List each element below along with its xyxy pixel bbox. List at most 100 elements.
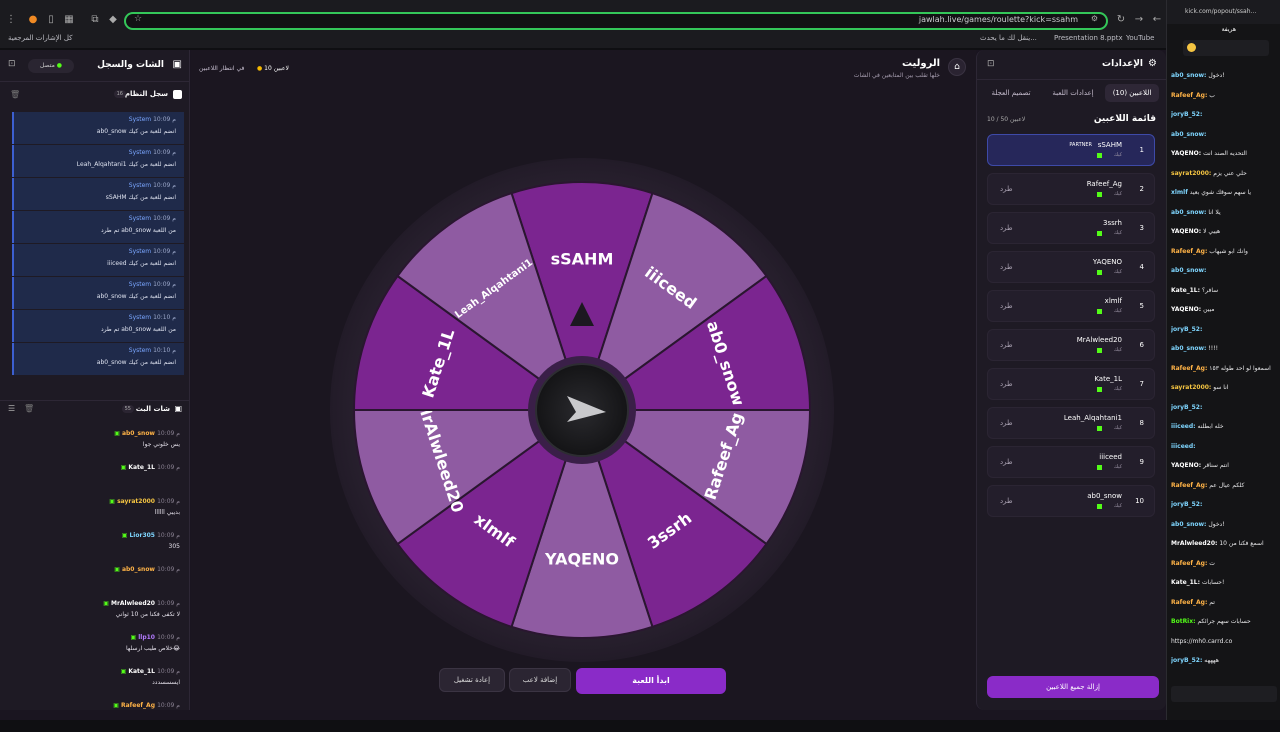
player-row[interactable]: 9 iiiceed كيك طرد	[987, 446, 1155, 478]
chat-text: يس خلوني جوا	[142, 441, 180, 448]
kick-username[interactable]: iiiceed:	[1171, 443, 1196, 450]
menu-icon[interactable]: ⋮	[4, 13, 18, 27]
bookmark-youtube[interactable]: YouTube	[1126, 34, 1154, 42]
kick-player-button[interactable]: طرد	[1000, 224, 1013, 232]
kick-chat-line: joryB_52: ههههه	[1171, 657, 1277, 665]
kick-chat-line: YAQENO: ميين	[1171, 306, 1277, 314]
kick-chat-line: ab0_snow: دخول!	[1171, 72, 1277, 80]
kick-username[interactable]: ab0_snow:	[1171, 267, 1206, 274]
kick-username[interactable]: YAQENO:	[1171, 306, 1201, 313]
diamond-icon[interactable]: ◆	[106, 13, 120, 27]
restart-button[interactable]: إعادة تشغيل	[439, 668, 505, 692]
kick-username[interactable]: sayrat2000:	[1171, 384, 1211, 391]
kick-username[interactable]: Kate_1L:	[1171, 579, 1200, 586]
address-bar[interactable]: ☆ jawlah.live/games/roulette?kick=ssahm …	[124, 12, 1108, 30]
kick-username[interactable]: ab0_snow:	[1171, 209, 1206, 216]
start-game-button[interactable]: ابدأ اللعبة	[576, 668, 726, 694]
chat-author: ▣ Kate_1L 10:09 م	[120, 668, 180, 675]
star-icon[interactable]: ☆	[134, 14, 142, 24]
kick-username[interactable]: YAQENO:	[1171, 150, 1201, 157]
kick-message: ههههه	[1204, 657, 1219, 664]
chat-author: ▣ ab0_snow 10:09 م	[114, 566, 180, 573]
filter-icon[interactable]: ☰	[8, 404, 15, 413]
kick-username[interactable]: ab0_snow:	[1171, 131, 1206, 138]
log-icon	[173, 90, 182, 99]
kick-chat-line: ab0_snow: دخول!	[1171, 521, 1277, 529]
kick-username[interactable]: Rafeef_Ag:	[1171, 365, 1207, 372]
kick-username[interactable]: Rafeef_Ag:	[1171, 482, 1207, 489]
kick-player-button[interactable]: طرد	[1000, 380, 1013, 388]
kick-username[interactable]: joryB_52:	[1171, 326, 1202, 333]
game-subtitle: خلها تقلب بين المتابعين في الشات	[853, 72, 940, 79]
bookmark-presentation[interactable]: Presentation 8.pptx	[1054, 34, 1123, 42]
player-row[interactable]: 3 3ssrh كيك طرد	[987, 212, 1155, 244]
tab-wheel-design[interactable]: تصميم العجلة	[981, 84, 1041, 102]
kick-chat-input[interactable]	[1171, 686, 1277, 702]
tabs-icon[interactable]: ▦	[62, 13, 76, 27]
player-row[interactable]: 10 ab0_snow كيك طرد	[987, 485, 1155, 517]
player-row[interactable]: 5 xlmlf كيك طرد	[987, 290, 1155, 322]
kick-player-button[interactable]: طرد	[1000, 302, 1013, 310]
kick-username[interactable]: joryB_52:	[1171, 404, 1202, 411]
player-number: 6	[1139, 341, 1144, 349]
tab-game-settings[interactable]: إعدادات اللعبة	[1043, 84, 1103, 102]
remove-all-players-button[interactable]: إزالة جميع اللاعبين	[987, 676, 1159, 698]
kick-username[interactable]: joryB_52:	[1171, 657, 1202, 664]
chat-message: ▣ llp10 10:09 م خلاص طيب ارسلها😂	[0, 632, 190, 664]
chat-trash-icon[interactable]: 🗑	[24, 404, 34, 413]
roulette-wheel[interactable]: sSAHMiiiceedab0_snowRafeef_Ag3ssrhYAQENO…	[322, 150, 842, 670]
player-number: 4	[1139, 263, 1144, 271]
forward-icon[interactable]: →	[1132, 13, 1146, 27]
reload-icon[interactable]: ↻	[1114, 13, 1128, 27]
kick-username[interactable]: YAQENO:	[1171, 462, 1201, 469]
player-row[interactable]: 7 Kate_1L كيك طرد	[987, 368, 1155, 400]
kick-player-button[interactable]: طرد	[1000, 419, 1013, 427]
site-settings-icon[interactable]: ⚙	[1091, 14, 1098, 23]
kick-username[interactable]: Rafeef_Ag:	[1171, 560, 1207, 567]
player-row[interactable]: 1 sSAHM كيك PARTNER	[987, 134, 1155, 166]
kick-username[interactable]: joryB_52:	[1171, 501, 1202, 508]
kick-player-button[interactable]: طرد	[1000, 458, 1013, 466]
kick-username[interactable]: BotRix:	[1171, 618, 1196, 625]
kick-player-button[interactable]: طرد	[1000, 185, 1013, 193]
tab-players[interactable]: اللاعبين (10)	[1105, 84, 1159, 102]
kick-username[interactable]: Kate_1L:	[1171, 287, 1200, 294]
kick-username[interactable]: Rafeef_Ag:	[1171, 248, 1207, 255]
kick-username[interactable]: xlmlf	[1171, 189, 1188, 196]
player-source: كيك	[1113, 152, 1122, 158]
player-row[interactable]: 4 YAQENO كيك طرد	[987, 251, 1155, 283]
kick-username[interactable]: ab0_snow:	[1171, 521, 1206, 528]
kick-chat-line: joryB_52:	[1171, 326, 1277, 334]
kick-username[interactable]: Rafeef_Ag:	[1171, 92, 1207, 99]
add-player-button[interactable]: إضافة لاعب	[509, 668, 571, 692]
player-row[interactable]: 6 MrAlwleed20 كيك طرد	[987, 329, 1155, 361]
kick-chat-line: Kate_1L: سافر؟	[1171, 287, 1277, 295]
trash-icon[interactable]: 🗑	[10, 90, 20, 99]
home-icon[interactable]: ⌂	[948, 58, 966, 76]
kick-player-button[interactable]: طرد	[1000, 263, 1013, 271]
back-icon[interactable]: ←	[1150, 13, 1164, 27]
kick-chat-line: ab0_snow: !!!!	[1171, 345, 1277, 353]
kick-username[interactable]: iiiceed:	[1171, 423, 1196, 430]
kick-username[interactable]: ab0_snow:	[1171, 72, 1206, 79]
kick-player-button[interactable]: طرد	[1000, 341, 1013, 349]
bookmark-x[interactable]: ينقل لك ما يحدث...	[980, 34, 1037, 42]
profile-icon[interactable]: ●	[26, 13, 40, 27]
kick-channel-name: هريفة	[1221, 26, 1236, 33]
kick-username[interactable]: joryB_52:	[1171, 111, 1202, 118]
kick-username[interactable]: ab0_snow:	[1171, 345, 1206, 352]
kick-username[interactable]: YAQENO:	[1171, 228, 1201, 235]
kick-player-button[interactable]: طرد	[1000, 497, 1013, 505]
sidebar-icon[interactable]: ▯	[44, 13, 58, 27]
player-row[interactable]: 2 Rafeef_Ag كيك طرد	[987, 173, 1155, 205]
extension-icon[interactable]: ⧉	[88, 13, 102, 27]
chat-message: ▣ sayrat2000 10:09 م llllll بديبي	[0, 496, 190, 528]
kick-username[interactable]: MrAlwleed20:	[1171, 540, 1217, 547]
collapse-icon[interactable]: ⊡	[8, 59, 16, 69]
player-row[interactable]: 8 Leah_Alqahtani1 كيك طرد	[987, 407, 1155, 439]
kick-username[interactable]: Rafeef_Ag:	[1171, 599, 1207, 606]
log-item: System 10:09 م iiiceed انضم للعبة من كيك	[12, 244, 184, 276]
bookmark-all[interactable]: كل الإشارات المرجعية	[8, 34, 73, 42]
collapse-right-icon[interactable]: ⊡	[987, 59, 995, 69]
kick-username[interactable]: sayrat2000:	[1171, 170, 1211, 177]
